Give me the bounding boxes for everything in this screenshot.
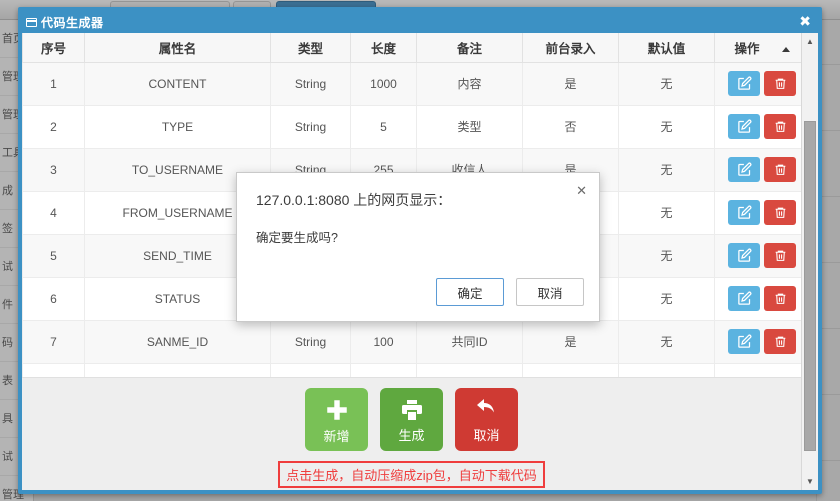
delete-row-button[interactable]: [764, 286, 796, 311]
dialog-title: 127.0.0.1:8080 上的网页显示：: [256, 192, 452, 208]
column-header-front[interactable]: 前台录入: [522, 33, 619, 63]
table-row[interactable]: 2 TYPE String 5 类型否无: [22, 104, 801, 149]
cell-type: String: [270, 104, 351, 149]
delete-row-button[interactable]: [764, 329, 796, 354]
cell-front: 否: [522, 104, 619, 149]
cell-def: 无: [618, 319, 715, 364]
cell-seq: 4: [22, 190, 85, 235]
column-header-memo[interactable]: 备注: [416, 33, 523, 63]
edit-row-button[interactable]: [728, 114, 760, 139]
row-actions: [715, 329, 801, 354]
edit-row-button[interactable]: [728, 329, 760, 354]
cell-seq: 5: [22, 233, 85, 278]
action-button-row: 新增 生成 取消: [22, 378, 801, 451]
cell-memo: 内容: [416, 61, 523, 106]
row-actions-cell: [714, 190, 801, 235]
edit-row-button[interactable]: [728, 243, 760, 268]
column-header-def[interactable]: 默认值: [618, 33, 715, 63]
dialog-button-row: 确定 取消: [436, 278, 584, 306]
dialog-confirm-button[interactable]: 确定: [436, 278, 504, 306]
column-header-len[interactable]: 长度: [350, 33, 417, 63]
printer-icon: [399, 398, 425, 427]
row-actions-cell: [714, 61, 801, 106]
delete-row-button[interactable]: [764, 200, 796, 225]
close-icon[interactable]: ✖: [799, 13, 811, 29]
row-actions: [715, 71, 801, 96]
sort-ascending-icon[interactable]: [781, 46, 790, 52]
cell-def: 无: [618, 233, 715, 278]
cell-seq: 2: [22, 104, 85, 149]
window-title: 代码生成器: [41, 15, 104, 30]
row-actions-cell: [714, 147, 801, 192]
cell-type: String: [270, 61, 351, 106]
row-actions: [715, 200, 801, 225]
cell-def: 无: [618, 147, 715, 192]
row-actions: [715, 286, 801, 311]
row-actions: [715, 114, 801, 139]
table-header-row: 序号 属性名 类型 长度 备注 前台录入 默认值 操作: [22, 33, 801, 63]
delete-row-button[interactable]: [764, 114, 796, 139]
cell-seq: 7: [22, 319, 85, 364]
column-header-ops[interactable]: 操作: [714, 33, 801, 63]
undo-arrow-icon: [474, 398, 500, 427]
cell-front: 是: [522, 319, 619, 364]
cancel-button[interactable]: 取消: [455, 388, 518, 451]
delete-row-button[interactable]: [764, 157, 796, 182]
row-actions-cell: [714, 104, 801, 149]
row-actions: [715, 157, 801, 182]
cell-def: 无: [618, 190, 715, 235]
cell-def: 无: [618, 104, 715, 149]
scrollbar-thumb[interactable]: [804, 121, 816, 451]
cell-seq: 1: [22, 61, 85, 106]
delete-row-button[interactable]: [764, 71, 796, 96]
column-header-type[interactable]: 类型: [270, 33, 351, 63]
cell-front: 是: [522, 61, 619, 106]
vertical-scrollbar[interactable]: ▲ ▼: [801, 33, 818, 490]
add-button-label: 新增: [323, 428, 350, 444]
delete-row-button[interactable]: [764, 243, 796, 268]
dialog-close-icon[interactable]: ✕: [576, 184, 587, 197]
cell-len: 1000: [350, 61, 417, 106]
plus-icon: [324, 397, 350, 428]
dialog-cancel-button[interactable]: 取消: [516, 278, 584, 306]
scroll-down-icon[interactable]: ▼: [802, 473, 818, 490]
cell-name: CONTENT: [84, 61, 271, 106]
generate-notice: 点击生成，自动压缩成zip包，自动下载代码: [278, 461, 545, 488]
cell-len: 100: [350, 319, 417, 364]
generate-button-label: 生成: [398, 427, 425, 443]
row-actions-cell: [714, 233, 801, 278]
scroll-up-icon[interactable]: ▲: [802, 33, 818, 50]
row-actions: [715, 243, 801, 268]
confirm-dialog: 127.0.0.1:8080 上的网页显示： ✕ 确定要生成吗? 确定 取消: [236, 172, 600, 322]
cell-seq: 6: [22, 276, 85, 321]
generate-button[interactable]: 生成: [380, 388, 443, 451]
window-list-icon: [26, 17, 37, 27]
window-titlebar: 代码生成器 ✖: [22, 11, 818, 33]
edit-row-button[interactable]: [728, 71, 760, 96]
window-footer: 新增 生成 取消 点击生成，自动压缩成zip包，自动下载代码: [22, 377, 801, 490]
column-header-name[interactable]: 属性名: [84, 33, 271, 63]
table-row[interactable]: 7 SANME_ID String 100 共同ID 是无: [22, 319, 801, 364]
cell-name: TYPE: [84, 104, 271, 149]
row-actions-cell: [714, 276, 801, 321]
add-button[interactable]: 新增: [305, 388, 368, 451]
cell-type: String: [270, 319, 351, 364]
dialog-message: 确定要生成吗?: [256, 231, 338, 245]
edit-row-button[interactable]: [728, 157, 760, 182]
notice-wrapper: 点击生成，自动压缩成zip包，自动下载代码: [22, 461, 801, 488]
column-header-seq[interactable]: 序号: [22, 33, 85, 63]
cell-name: SANME_ID: [84, 319, 271, 364]
cell-def: 无: [618, 61, 715, 106]
cell-def: 无: [618, 276, 715, 321]
column-header-ops-label: 操作: [734, 41, 760, 56]
cell-seq: 3: [22, 147, 85, 192]
cell-len: 5: [350, 104, 417, 149]
cell-memo: 共同ID: [416, 319, 523, 364]
cell-memo: 类型: [416, 104, 523, 149]
edit-row-button[interactable]: [728, 200, 760, 225]
table-row[interactable]: 1 CONTENT String 1000 内容是无: [22, 61, 801, 106]
cancel-button-label: 取消: [473, 427, 500, 443]
row-actions-cell: [714, 319, 801, 364]
edit-row-button[interactable]: [728, 286, 760, 311]
